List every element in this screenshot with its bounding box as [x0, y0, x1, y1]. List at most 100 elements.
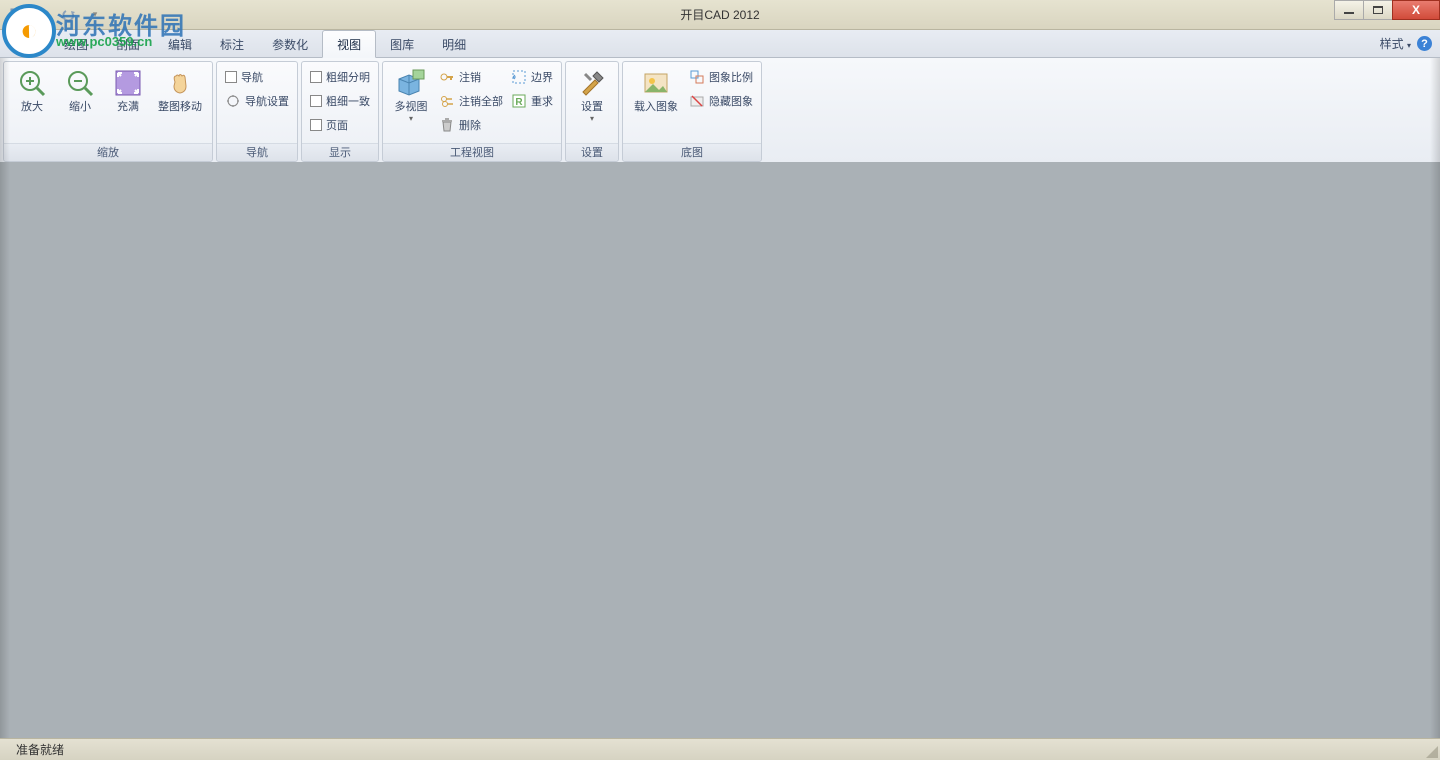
zoom-out-button[interactable]: 缩小 — [56, 65, 104, 116]
tools-icon — [576, 67, 608, 99]
image-scale-label: 图象比例 — [709, 69, 753, 85]
group-nav: 导航 导航设置 导航 — [216, 61, 298, 162]
checkbox-icon — [310, 95, 322, 107]
client-area — [10, 163, 1430, 736]
settings-button[interactable]: 设置 ▾ — [570, 65, 614, 125]
window-title: 开目CAD 2012 — [680, 6, 759, 23]
maximize-button[interactable] — [1363, 0, 1393, 20]
tab-detail[interactable]: 明细 — [428, 31, 480, 57]
image-scale-button[interactable]: 图象比例 — [685, 65, 757, 89]
r-icon: R — [511, 93, 527, 109]
delete-button[interactable]: 删除 — [435, 113, 507, 137]
checkbox-icon — [310, 71, 322, 83]
trash-icon — [439, 117, 455, 133]
picture-icon — [640, 67, 672, 99]
dropdown-caret-icon: ▾ — [590, 114, 594, 123]
qat-save-icon[interactable] — [6, 4, 28, 26]
tab-edit[interactable]: 编辑 — [154, 31, 206, 57]
tab-section[interactable]: 剖面 — [102, 31, 154, 57]
qat-redo-icon[interactable] — [58, 4, 80, 26]
group-settings-label: 设置 — [566, 143, 618, 161]
group-zoom: 放大 缩小 充满 整图移动 缩放 — [3, 61, 213, 162]
tab-library[interactable]: 图库 — [376, 31, 428, 57]
page-toggle[interactable]: 页面 — [306, 113, 374, 137]
svg-text:R: R — [515, 97, 523, 108]
keys-icon — [439, 93, 455, 109]
pan-icon — [164, 67, 196, 99]
delete-label: 删除 — [459, 117, 481, 133]
thick-thin-same-label: 粗细一致 — [326, 93, 370, 109]
redo-req-label: 重求 — [531, 93, 553, 109]
ribbon: 放大 缩小 充满 整图移动 缩放 导航 — [0, 58, 1440, 162]
style-label: 样式 — [1380, 37, 1404, 51]
group-engview-label: 工程视图 — [383, 143, 561, 161]
tab-draw[interactable]: 绘图 — [50, 31, 102, 57]
tab-parametric[interactable]: 参数化 — [258, 31, 322, 57]
nav-label: 导航 — [241, 69, 263, 85]
zoom-fit-label: 充满 — [117, 101, 139, 114]
dropdown-caret-icon: ▾ — [409, 114, 413, 123]
qat-undo-icon[interactable] — [32, 4, 54, 26]
quick-access-toolbar: ▾ — [0, 4, 106, 26]
style-dropdown[interactable]: 样式 ▾ — [1380, 35, 1411, 52]
thick-thin-distinct-toggle[interactable]: 粗细分明 — [306, 65, 374, 89]
zoom-in-label: 放大 — [21, 101, 43, 114]
window-buttons: X — [1335, 0, 1440, 20]
pan-label: 整图移动 — [158, 101, 202, 114]
zoom-in-button[interactable]: 放大 — [8, 65, 56, 116]
boundary-icon — [511, 69, 527, 85]
nav-settings-icon — [225, 93, 241, 109]
tab-annotate[interactable]: 标注 — [206, 31, 258, 57]
load-image-button[interactable]: 载入图象 — [627, 65, 685, 116]
multiview-icon — [395, 67, 427, 99]
logout-all-button[interactable]: 注销全部 — [435, 89, 507, 113]
key-icon — [439, 69, 455, 85]
redo-req-button[interactable]: R 重求 — [507, 89, 557, 113]
settings-label: 设置 — [581, 101, 603, 114]
multiview-button[interactable]: 多视图 ▾ — [387, 65, 435, 125]
zoom-out-label: 缩小 — [69, 101, 91, 114]
statusbar: 准备就绪 — [0, 738, 1440, 760]
zoom-fit-button[interactable]: 充满 — [104, 65, 152, 116]
status-text: 准备就绪 — [16, 741, 64, 758]
nav-settings-label: 导航设置 — [245, 93, 289, 109]
group-engview: 多视图 ▾ 注销 注销全部 删除 — [382, 61, 562, 162]
pan-button[interactable]: 整图移动 — [152, 65, 208, 116]
nav-settings-button[interactable]: 导航设置 — [221, 89, 293, 113]
boundary-button[interactable]: 边界 — [507, 65, 557, 89]
tab-view[interactable]: 视图 — [322, 30, 376, 58]
zoom-out-icon — [64, 67, 96, 99]
load-image-label: 载入图象 — [634, 101, 678, 114]
group-baseimg-label: 底图 — [623, 143, 761, 161]
logout-label: 注销 — [459, 69, 481, 85]
titlebar: ▾ 开目CAD 2012 X — [0, 0, 1440, 30]
close-button[interactable]: X — [1392, 0, 1440, 20]
nav-checkbox-icon — [225, 71, 237, 83]
hide-icon — [689, 93, 705, 109]
checkbox-icon — [310, 119, 322, 131]
qat-dropdown-icon[interactable]: ▾ — [84, 4, 106, 26]
group-settings: 设置 ▾ 设置 — [565, 61, 619, 162]
zoom-in-icon — [16, 67, 48, 99]
group-zoom-label: 缩放 — [4, 143, 212, 161]
thick-thin-distinct-label: 粗细分明 — [326, 69, 370, 85]
hide-image-label: 隐藏图象 — [709, 93, 753, 109]
boundary-label: 边界 — [531, 69, 553, 85]
group-baseimg: 载入图象 图象比例 隐藏图象 底图 — [622, 61, 762, 162]
ribbon-tabstrip: 绘图 剖面 编辑 标注 参数化 视图 图库 明细 样式 ▾ ? — [0, 30, 1440, 58]
minimize-button[interactable] — [1334, 0, 1364, 20]
logout-button[interactable]: 注销 — [435, 65, 507, 89]
page-label: 页面 — [326, 117, 348, 133]
group-nav-label: 导航 — [217, 143, 297, 161]
help-icon[interactable]: ? — [1417, 36, 1432, 51]
thick-thin-same-toggle[interactable]: 粗细一致 — [306, 89, 374, 113]
multiview-label: 多视图 — [395, 101, 428, 114]
hide-image-button[interactable]: 隐藏图象 — [685, 89, 757, 113]
zoom-fit-icon — [112, 67, 144, 99]
scale-icon — [689, 69, 705, 85]
nav-toggle[interactable]: 导航 — [221, 65, 293, 89]
logout-all-label: 注销全部 — [459, 93, 503, 109]
resize-grip-icon[interactable] — [1424, 744, 1438, 758]
group-display: 粗细分明 粗细一致 页面 显示 — [301, 61, 379, 162]
group-display-label: 显示 — [302, 143, 378, 161]
